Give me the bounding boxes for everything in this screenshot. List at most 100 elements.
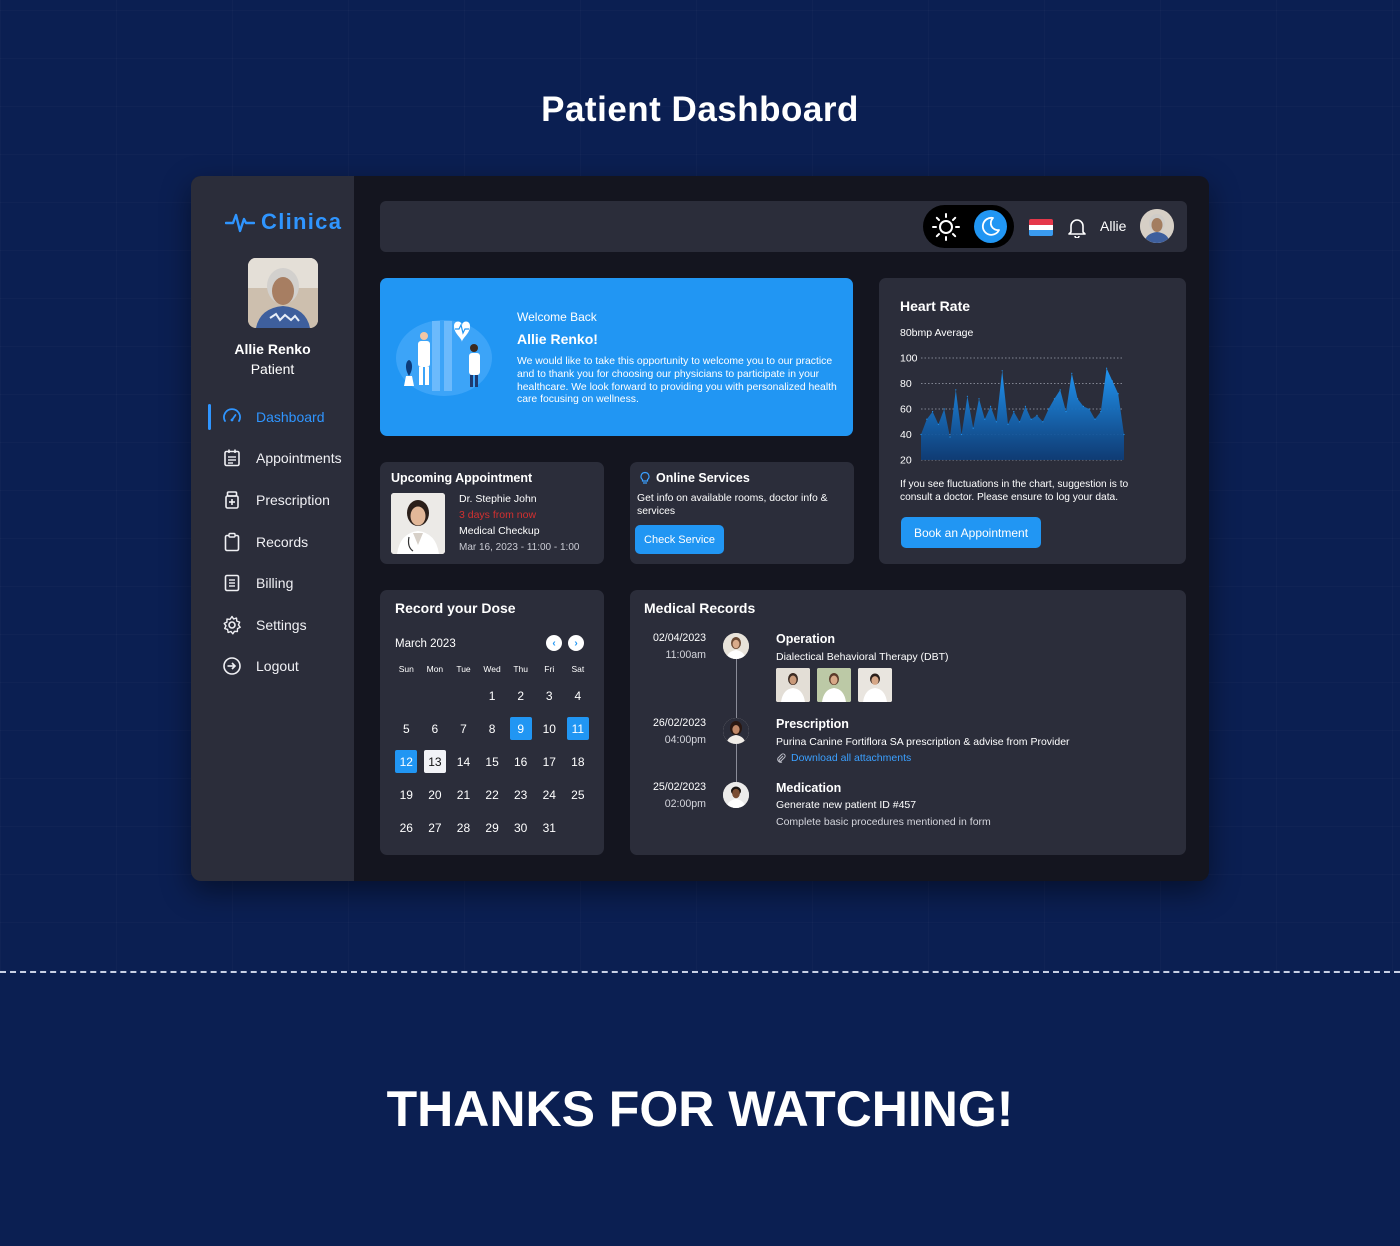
y-tick-label: 100 bbox=[900, 353, 918, 365]
heart-rate-point bbox=[995, 421, 997, 423]
heart-rate-point bbox=[990, 405, 992, 407]
calendar-day[interactable]: 12 bbox=[392, 745, 421, 778]
calendar-day[interactable]: 4 bbox=[564, 679, 593, 712]
calendar-day[interactable]: 18 bbox=[564, 745, 593, 778]
weekday-label: Tue bbox=[456, 664, 471, 674]
calendar-day[interactable]: 3 bbox=[535, 679, 564, 712]
y-tick-label: 60 bbox=[900, 404, 912, 416]
heart-rate-point bbox=[961, 433, 963, 436]
calendar-day-number: 7 bbox=[460, 721, 467, 736]
calendar-day[interactable]: 22 bbox=[478, 778, 507, 811]
avatar[interactable] bbox=[1140, 209, 1174, 243]
calendar-day[interactable]: 28 bbox=[449, 811, 478, 844]
calendar-day[interactable]: 31 bbox=[535, 811, 564, 844]
clipboard-icon bbox=[224, 532, 240, 551]
calendar-empty-cell bbox=[392, 679, 421, 712]
calendar-day[interactable]: 15 bbox=[478, 745, 507, 778]
calendar-day[interactable]: 19 bbox=[392, 778, 421, 811]
record-thumbnail[interactable] bbox=[776, 668, 810, 702]
calendar-day[interactable]: 21 bbox=[449, 778, 478, 811]
calendar-day[interactable]: 6 bbox=[421, 712, 450, 745]
calendar-day[interactable]: 17 bbox=[535, 745, 564, 778]
dose-title: Record your Dose bbox=[395, 600, 516, 616]
calendar-next-button[interactable]: › bbox=[568, 635, 584, 651]
paperclip-icon bbox=[777, 753, 786, 763]
upcoming-appointment-title: Upcoming Appointment bbox=[391, 471, 533, 485]
sun-icon[interactable] bbox=[930, 211, 962, 243]
calendar-day[interactable]: 8 bbox=[478, 712, 507, 745]
check-service-button[interactable]: Check Service bbox=[635, 525, 724, 554]
heart-rate-point bbox=[932, 411, 934, 413]
dark-mode-button[interactable] bbox=[974, 210, 1007, 243]
medical-records-title: Medical Records bbox=[644, 600, 756, 616]
calendar-day[interactable]: 24 bbox=[535, 778, 564, 811]
calendar-day[interactable]: 11 bbox=[564, 712, 593, 745]
brand-logo[interactable]: Clinica bbox=[225, 209, 342, 235]
pulse-icon bbox=[225, 213, 255, 233]
record-thumbnail[interactable] bbox=[817, 668, 851, 702]
calendar-day-number: 25 bbox=[571, 787, 585, 802]
calendar-day[interactable]: 1 bbox=[478, 679, 507, 712]
calendar-day[interactable]: 20 bbox=[421, 778, 450, 811]
heart-rate-point bbox=[1024, 405, 1026, 407]
sidebar-nav: Dashboard Appointments Prescription Reco… bbox=[191, 396, 354, 687]
heart-rate-point bbox=[943, 408, 945, 410]
sidebar-item-records[interactable]: Records bbox=[191, 521, 354, 563]
bell-icon[interactable] bbox=[1067, 216, 1087, 238]
appointment-type: Medical Checkup bbox=[459, 525, 540, 537]
heart-rate-point bbox=[1088, 408, 1090, 410]
calendar-day-number: 5 bbox=[402, 721, 410, 736]
record-detail: Generate new patient ID #457 bbox=[776, 799, 917, 811]
calendar-day[interactable]: 23 bbox=[506, 778, 535, 811]
heart-rate-note: If you see fluctuations in the chart, su… bbox=[900, 479, 1129, 503]
calendar-day[interactable]: 16 bbox=[506, 745, 535, 778]
sidebar-item-settings[interactable]: Settings bbox=[191, 604, 354, 646]
calendar-day-number: 24 bbox=[542, 787, 556, 802]
heart-rate-average: 80bmp Average bbox=[900, 327, 974, 339]
theme-toggle[interactable] bbox=[923, 205, 1014, 248]
calendar-day[interactable]: 9 bbox=[506, 712, 535, 745]
doctor-photo bbox=[391, 493, 445, 554]
calendar-day[interactable]: 27 bbox=[421, 811, 450, 844]
sidebar-item-logout[interactable]: Logout bbox=[191, 646, 354, 688]
sidebar-item-billing[interactable]: Billing bbox=[191, 562, 354, 604]
record-time: 04:00pm bbox=[664, 734, 706, 746]
calendar-day[interactable]: 26 bbox=[392, 811, 421, 844]
y-tick-label: 80 bbox=[900, 378, 912, 390]
calendar-day[interactable]: 25 bbox=[564, 778, 593, 811]
heart-rate-point bbox=[1065, 411, 1067, 413]
online-services-card: Online Services Get info on available ro… bbox=[630, 462, 854, 564]
calendar-day[interactable]: 7 bbox=[449, 712, 478, 745]
download-attachments-link[interactable]: Download all attachments bbox=[776, 752, 911, 764]
dose-calendar-card: Record your Dose March 2023 ‹ › Sun Mon Tu… bbox=[380, 590, 604, 855]
sidebar-item-appointments[interactable]: Appointments bbox=[191, 438, 354, 480]
calendar-day[interactable]: 10 bbox=[535, 712, 564, 745]
calendar-day-number: 9 bbox=[509, 717, 532, 740]
heart-rate-point bbox=[978, 398, 980, 400]
lightbulb-icon bbox=[640, 471, 650, 484]
calendar-day-number: 16 bbox=[513, 754, 528, 769]
sidebar-item-dashboard[interactable]: Dashboard bbox=[191, 396, 354, 438]
profile-name: Allie Renko bbox=[234, 341, 311, 357]
calendar-empty-cell bbox=[449, 679, 478, 712]
book-appointment-button[interactable]: Book an Appointment bbox=[901, 517, 1041, 548]
heart-rate-point bbox=[1100, 411, 1102, 413]
calendar-day-number: 17 bbox=[542, 754, 556, 769]
calendar-day[interactable]: 14 bbox=[449, 745, 478, 778]
calendar-prev-button[interactable]: ‹ bbox=[546, 635, 562, 651]
page-title: Patient Dashboard bbox=[541, 90, 859, 129]
sidebar-item-label: Dashboard bbox=[256, 408, 325, 425]
calendar-day[interactable]: 2 bbox=[506, 679, 535, 712]
calendar-day[interactable]: 30 bbox=[506, 811, 535, 844]
user-name[interactable]: Allie bbox=[1100, 218, 1126, 234]
language-flag-icon[interactable] bbox=[1029, 219, 1053, 236]
record-thumbnail[interactable] bbox=[858, 668, 892, 702]
calendar-day[interactable]: 13 bbox=[421, 745, 450, 778]
calendar-day[interactable]: 5 bbox=[392, 712, 421, 745]
calendar-day[interactable]: 29 bbox=[478, 811, 507, 844]
sidebar-item-prescription[interactable]: Prescription bbox=[191, 479, 354, 521]
heart-rate-point bbox=[1117, 393, 1119, 395]
calendar-day-number: 1 bbox=[488, 688, 496, 703]
calendar-month: March 2023 bbox=[395, 638, 456, 650]
record-date: 26/02/2023 bbox=[652, 717, 706, 729]
